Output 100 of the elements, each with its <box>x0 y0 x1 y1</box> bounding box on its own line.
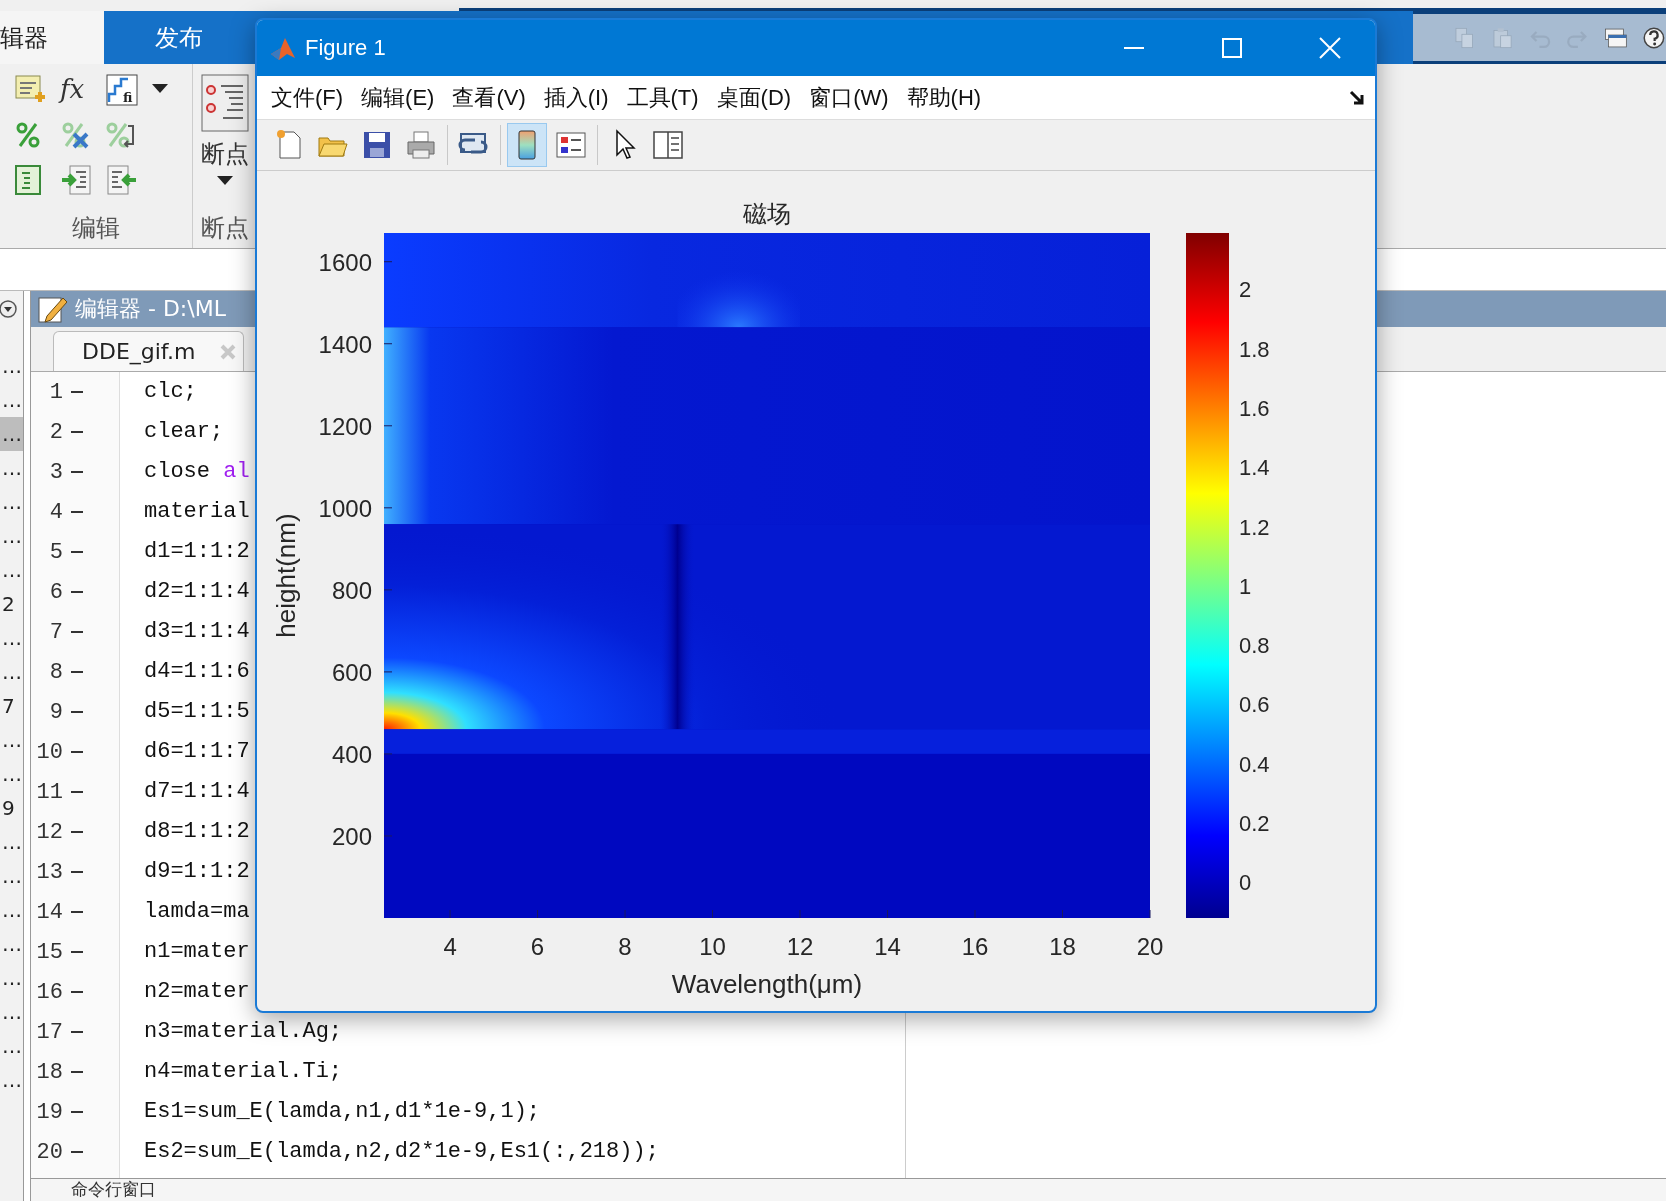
menu-item[interactable]: 插入(I) <box>535 82 617 113</box>
workspace-item[interactable]: 2 <box>0 587 23 621</box>
code-line: n3=material.Ag; <box>144 1018 343 1046</box>
indent-left-icon[interactable] <box>106 164 138 196</box>
print-icon <box>404 128 438 162</box>
x-tick-label: 10 <box>699 933 726 960</box>
line-number: 14 <box>35 899 63 925</box>
workspace-item[interactable]: … <box>0 757 23 791</box>
line-number: 10 <box>35 739 63 765</box>
colorbar-tick-label: 1.8 <box>1239 336 1270 362</box>
minimize-icon <box>1124 47 1144 49</box>
x-tick-label: 14 <box>874 933 901 960</box>
indent-right-icon[interactable] <box>60 164 92 196</box>
percent-wrap-icon[interactable] <box>106 120 136 150</box>
workspace-item[interactable]: … <box>0 927 23 961</box>
executable-line-mark <box>71 831 83 833</box>
code-line: material <box>144 498 250 526</box>
workspace-item[interactable]: … <box>0 893 23 927</box>
workspace-item[interactable]: … <box>0 825 23 859</box>
line-number: 3 <box>48 459 63 485</box>
tick-mark <box>383 507 393 509</box>
executable-line-mark <box>71 1151 83 1153</box>
workspace-item[interactable]: … <box>0 451 23 485</box>
tick-mark <box>887 909 888 919</box>
executable-line-mark <box>71 471 83 473</box>
tick-mark <box>974 909 976 919</box>
breakpoints-button[interactable]: 断点 <box>201 74 249 186</box>
workspace-item[interactable]: … <box>0 485 23 519</box>
line-number: 12 <box>35 819 63 845</box>
code-line: d8=1:1:2 <box>144 818 250 846</box>
workspace-item[interactable]: 9 <box>0 791 23 825</box>
executable-line-mark <box>71 711 83 713</box>
workspace-item[interactable]: … <box>0 961 23 995</box>
line-number: 11 <box>35 779 63 805</box>
workspace-item[interactable]: … <box>0 723 23 757</box>
workspace-item[interactable]: … <box>0 417 23 451</box>
tick-mark <box>383 753 393 755</box>
menu-item[interactable]: 编辑(E) <box>353 82 443 113</box>
menu-item[interactable]: 窗口(W) <box>801 82 897 113</box>
file-tab[interactable]: DDE_gif.m <box>53 331 245 371</box>
workspace-item[interactable]: … <box>0 383 23 417</box>
window-title: Figure 1 <box>305 35 386 61</box>
caret-icon <box>217 176 233 186</box>
menu-item[interactable]: 文件(F) <box>263 82 352 113</box>
executable-line-mark <box>71 511 83 513</box>
dock-arrow-icon[interactable] <box>1349 89 1365 106</box>
pencil-icon <box>37 294 67 324</box>
line-number: 9 <box>48 699 63 725</box>
menu-item[interactable]: 查看(V) <box>444 82 534 113</box>
workspace-item[interactable]: … <box>0 621 23 655</box>
workspace-item[interactable]: … <box>0 1029 23 1063</box>
indent-doc-icon[interactable] <box>14 164 44 196</box>
executable-line-mark <box>71 871 83 873</box>
workspace-item[interactable]: … <box>0 349 23 383</box>
percent-cross-icon[interactable] <box>60 120 90 150</box>
colorbar-button[interactable] <box>507 123 547 167</box>
x-tick-label: 20 <box>1136 933 1164 960</box>
workspace-item[interactable]: … <box>0 995 23 1029</box>
workspace-item[interactable]: … <box>0 1063 23 1097</box>
y-tick-label: 1200 <box>318 412 372 440</box>
workspace-item[interactable]: … <box>0 553 23 587</box>
workspace-item[interactable]: 7 <box>0 689 23 723</box>
line-number: 8 <box>48 659 63 685</box>
tick-mark <box>383 835 393 837</box>
step-function-icon[interactable]: fi <box>106 74 138 106</box>
y-tick-label: 200 <box>331 822 372 850</box>
tick-mark <box>383 425 393 427</box>
executable-line-mark <box>71 911 83 913</box>
tick-mark <box>712 909 714 919</box>
line-number: 1 <box>48 379 63 405</box>
fx-icon[interactable]: fx <box>60 74 106 106</box>
code-line: d7=1:1:4 <box>144 778 250 806</box>
y-tick-label: 1000 <box>318 494 372 522</box>
colorbar-tick-label: 1.4 <box>1239 455 1270 481</box>
code-line: d1=1:1:2 <box>144 538 250 566</box>
executable-line-mark <box>71 751 83 753</box>
workspace-item[interactable]: … <box>0 859 23 893</box>
caret-icon[interactable] <box>152 84 168 94</box>
colorbar-tick-label: 1.6 <box>1239 395 1270 421</box>
colorbar-tick-label: 0.2 <box>1239 811 1270 837</box>
y-tick-label: 1600 <box>318 248 372 276</box>
workspace-item[interactable]: … <box>0 655 23 689</box>
panel-icon <box>651 128 685 162</box>
colorbar-tick-label: 1.2 <box>1239 514 1270 540</box>
code-line: Es1=sum_E(lamda,n1,d1*1e-9,1); <box>144 1098 541 1126</box>
ribbon-tab[interactable]: 发布 <box>104 11 254 64</box>
code-line: close al <box>144 458 250 486</box>
x-tick-label: 16 <box>961 933 989 960</box>
code-line: d9=1:1:2 <box>144 858 250 886</box>
line-number: 19 <box>35 1099 63 1125</box>
menu-item[interactable]: 帮助(H) <box>898 82 990 113</box>
menu-item[interactable]: 桌面(D) <box>708 82 800 113</box>
workspace-item[interactable]: … <box>0 519 23 553</box>
line-number: 16 <box>35 979 63 1005</box>
editor-title: 编辑器 - D:\ML <box>75 295 226 323</box>
section-plus-icon[interactable] <box>14 74 48 104</box>
colorbar-tick-label: 0.4 <box>1239 751 1270 777</box>
tick-mark <box>383 261 393 263</box>
ribbon-tab[interactable]: 辑器 <box>0 11 104 64</box>
menu-item[interactable]: 工具(T) <box>618 82 707 113</box>
